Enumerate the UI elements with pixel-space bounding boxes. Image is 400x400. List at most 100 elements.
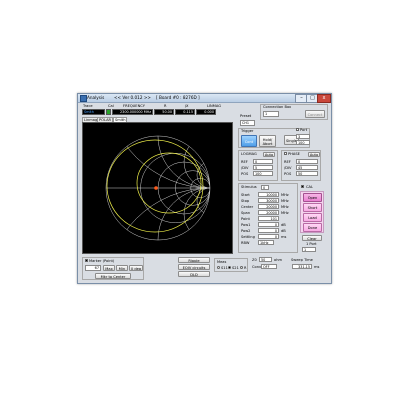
cal-title: CAL [306, 185, 313, 189]
readout-cal-indicator [106, 109, 111, 115]
z0-label: Z0 [252, 258, 257, 262]
stimulus-center-unit: MHz [281, 205, 289, 209]
preset-label: Preset [240, 114, 252, 118]
stimulus-point-input[interactable]: 101 [258, 216, 279, 221]
marker-to-center-button[interactable]: Mkr to Center [95, 273, 131, 279]
marker-checkbox[interactable] [85, 259, 88, 262]
sweep-time-value: 331.15 [292, 264, 312, 269]
logmag-div-label: /DIV [241, 166, 249, 170]
readout-trace: Smith [82, 109, 105, 115]
stimulus-pow2-label: Pow2 [241, 229, 251, 233]
cal-done-button[interactable]: Done [303, 223, 322, 232]
smith-x-arc [157, 136, 210, 189]
meas-r-radio[interactable] [240, 266, 243, 269]
stimulus-stop-label: Stop [241, 199, 250, 203]
trigger-hold-button[interactable]: Hold/ Abort [259, 135, 276, 147]
marker-min-button[interactable]: Min [116, 265, 128, 271]
stimulus-span-unit: MHz [281, 211, 289, 215]
phase-auto-button[interactable]: Auto [308, 152, 320, 157]
z0-input[interactable]: 50 [259, 257, 272, 262]
smith-x-arc [106, 187, 210, 240]
phase-ref-label: REF [284, 160, 291, 164]
cal-open-button[interactable]: Open [303, 193, 322, 202]
close-icon[interactable]: x [317, 94, 331, 103]
trigger-count-input[interactable]: 3 [296, 134, 310, 139]
port-checkbox[interactable] [296, 128, 299, 131]
meas-s11-label: S11 [221, 266, 228, 270]
cal-clear-button[interactable]: Clear [302, 235, 322, 241]
ripple-button[interactable]: Ripple [178, 257, 210, 263]
readout-r: 50.00 [154, 109, 174, 115]
stimulus-settling-unit: ms [281, 235, 287, 239]
marker-title: Marker (Point) [89, 259, 115, 263]
cal-checkbox[interactable] [301, 185, 304, 188]
eqiv-circuits-button[interactable]: EQIV circuits [178, 264, 210, 270]
smith-chart-display[interactable] [82, 122, 233, 254]
stimulus-start-label: Start [241, 193, 250, 197]
stimulus-group: Stimulus 0 Start 10000 MHz Stop 30000 MH… [238, 183, 298, 253]
marker-point [154, 186, 158, 190]
logmag-div-input[interactable]: 5 [253, 165, 273, 170]
smith-chart [105, 135, 211, 241]
cal-port-label: 1 Port [306, 242, 317, 246]
logmag-ref-label: REF [241, 160, 248, 164]
marker-point-input[interactable]: 67 [85, 265, 101, 271]
phase-pos-label: POS [284, 172, 292, 176]
readout-header-jx: jX [185, 104, 189, 108]
dld-button[interactable]: DLD [178, 271, 210, 277]
logmag-ref-input[interactable]: 0 [253, 159, 273, 164]
conv-select[interactable]: OFF [261, 264, 277, 269]
phase-div-input[interactable]: 45 [296, 165, 318, 170]
stimulus-settling-input[interactable]: 0 [258, 234, 279, 239]
meas-s21-radio[interactable] [228, 266, 231, 269]
marker-zero-deg-button[interactable]: 0 deg [129, 265, 143, 271]
stimulus-settling-label: Settling [241, 235, 255, 239]
readout-linmag: 0.000 [196, 109, 216, 115]
connection-box-title: Connection Box [263, 105, 292, 109]
meas-group: Meas S11 S21 R [214, 258, 248, 272]
phase-ref-input[interactable]: 0 [296, 159, 318, 164]
stimulus-pow1-input[interactable]: 0 [258, 222, 279, 227]
stimulus-rbw-select[interactable]: 1kHz [258, 240, 274, 245]
marker-group: Marker (Point) 67 Max Min 0 deg Mkr to C… [82, 257, 144, 280]
stimulus-select[interactable]: 0 [261, 185, 269, 190]
phase-pos-input[interactable]: 50 [296, 171, 318, 176]
window-version: << Ver 0.012 >> [114, 95, 151, 100]
stimulus-center-label: Center [241, 205, 254, 209]
connection-box: Connection Box 1 Connect [260, 104, 328, 120]
trigger-count2-input[interactable]: 100 [296, 140, 310, 145]
conv-label: Conv [252, 265, 262, 269]
meas-s11-radio[interactable] [217, 266, 220, 269]
smith-grid [105, 135, 211, 241]
marker-max-button[interactable]: Max [103, 265, 115, 271]
stimulus-start-input[interactable]: 10000 [258, 192, 279, 197]
window-title: Analysis [87, 95, 105, 100]
readout-jx: 0.115 [175, 109, 195, 115]
trigger-cont-button[interactable]: Cont [241, 135, 257, 147]
stimulus-stop-input[interactable]: 30000 [258, 198, 279, 203]
stimulus-start-unit: MHz [281, 193, 289, 197]
title-bar: Analysis << Ver 0.012 >> [ Board #0 : 82… [78, 94, 331, 103]
trigger-port-label: Port [300, 128, 308, 132]
logmag-pos-input[interactable]: 100 [253, 171, 273, 176]
connection-box-select[interactable]: 1 [263, 111, 279, 117]
connect-button[interactable]: Connect [305, 110, 325, 118]
cal-short-button[interactable]: Short [303, 203, 322, 212]
logmag-auto-button[interactable]: Auto [263, 152, 275, 157]
stimulus-pow2-input[interactable]: 0 [258, 228, 279, 233]
cal-port-select[interactable]: 1 [302, 247, 316, 252]
analysis-window: Analysis << Ver 0.012 >> [ Board #0 : 82… [77, 93, 332, 284]
phase-checkbox[interactable] [284, 152, 287, 155]
phase-div-label: /DIV [284, 166, 292, 170]
phase-title: PHASE [288, 152, 300, 156]
stimulus-pow2-unit: dB [281, 229, 286, 233]
logmag-title: LOGMAG [241, 152, 257, 156]
window-board: [ Board #0 : 8276D ] [156, 95, 200, 100]
stimulus-pow1-unit: dB [281, 223, 286, 227]
cal-load-button[interactable]: Load [303, 213, 322, 222]
stimulus-center-input[interactable]: 20000 [258, 204, 279, 209]
stimulus-span-input[interactable]: 20000 [258, 210, 279, 215]
trigger-title: Trigger [241, 129, 254, 133]
readout-header-r: R [164, 104, 167, 108]
preset-select[interactable]: CH1 [240, 120, 255, 126]
